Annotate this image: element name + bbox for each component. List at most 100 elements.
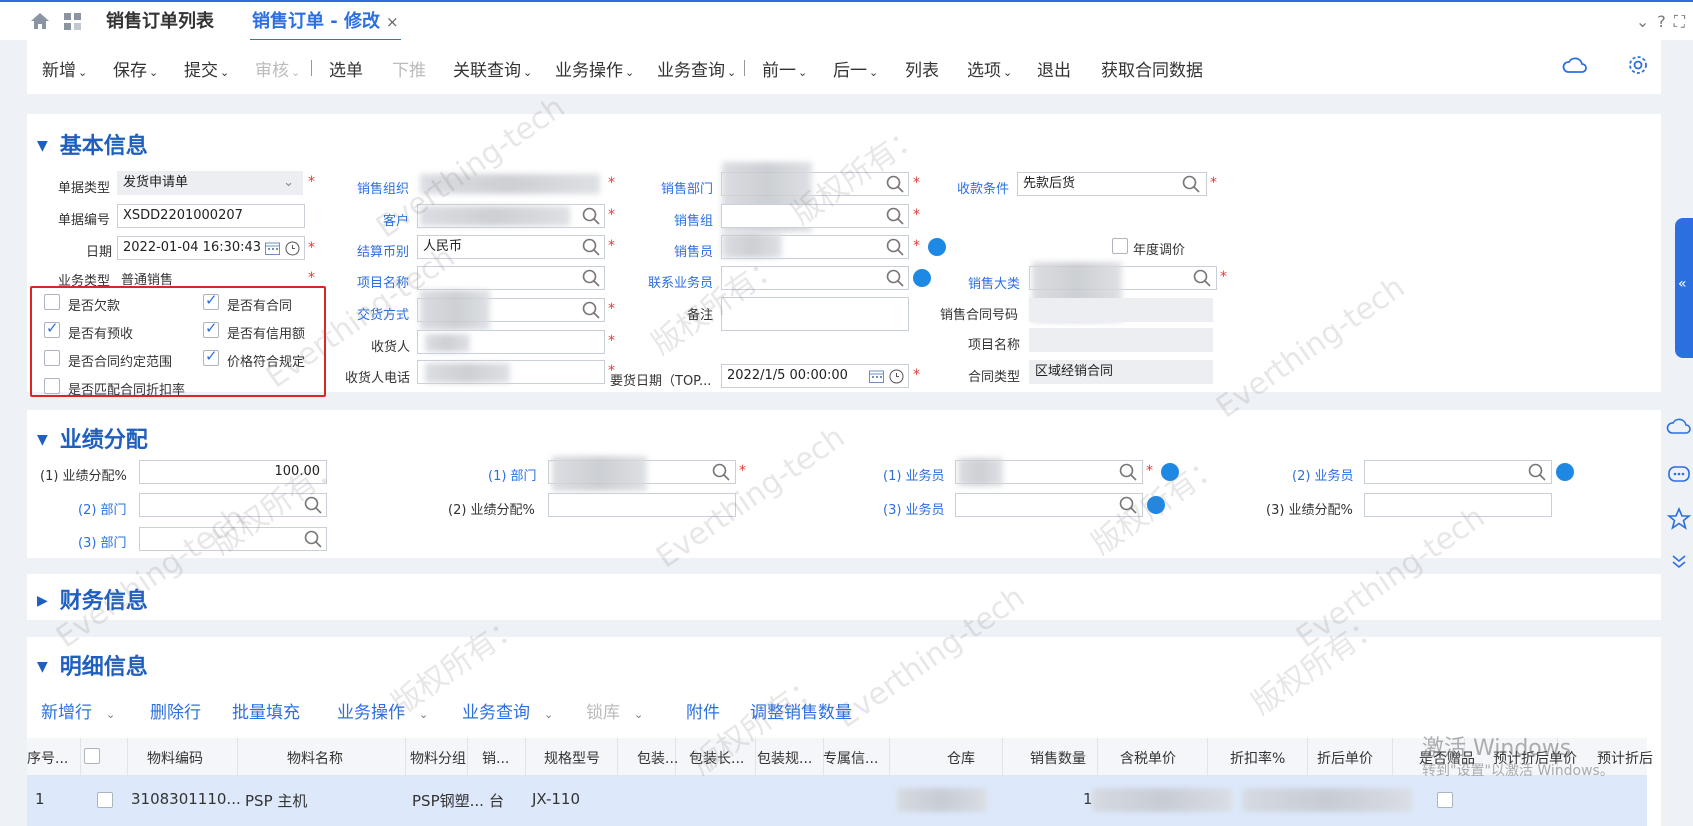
home-icon[interactable] — [30, 12, 50, 30]
toolbar-button-6[interactable]: 关联查询 ⌄ — [453, 56, 532, 81]
grid-header-cell[interactable]: 包装长... — [689, 748, 744, 768]
search-icon[interactable] — [1528, 463, 1546, 481]
dept3-input[interactable] — [139, 527, 327, 551]
toolbar-button-7[interactable]: 业务操作 ⌄ — [555, 56, 634, 81]
search-icon[interactable] — [886, 269, 904, 287]
toolbar-button-0[interactable]: 新增 ⌄ — [42, 56, 87, 81]
section-title-finance[interactable]: ▶ 财务信息 — [37, 583, 148, 615]
grid-header-cell[interactable]: 销售数量 — [1030, 748, 1086, 768]
toolbar-button-5[interactable]: 下推 — [392, 56, 426, 81]
ratio3-input[interactable] — [1364, 493, 1552, 517]
contract-no-input[interactable] — [1029, 298, 1213, 322]
gear-icon[interactable] — [1627, 54, 1649, 76]
project-name2-input[interactable] — [1029, 328, 1213, 352]
toolbar-button-1[interactable]: 保存 ⌄ — [113, 56, 158, 81]
grid-header-cell[interactable]: 折扣率% — [1230, 748, 1285, 768]
search-icon[interactable] — [1119, 463, 1137, 481]
detail-toolbar-button-4[interactable]: 业务查询 ⌄ — [462, 698, 553, 723]
double-chevron-down-icon[interactable] — [1666, 548, 1692, 574]
grid-header-cell[interactable]: 物料名称 — [287, 748, 343, 768]
grid-cell[interactable]: JX-110 — [532, 790, 580, 808]
tab-sales-order-edit[interactable]: 销售订单 - 修改 × — [250, 2, 401, 42]
toolbar-button-11[interactable]: 列表 — [905, 56, 939, 81]
chat-icon[interactable] — [1666, 462, 1692, 488]
cloud-lookup-icon[interactable] — [913, 269, 931, 287]
ratio1-input[interactable]: 100.00 — [139, 460, 327, 484]
currency-input[interactable]: 人民币 — [417, 235, 605, 259]
detail-toolbar-button-2[interactable]: 批量填充 — [232, 698, 300, 723]
toolbar-button-9[interactable]: 前一 ⌄ — [762, 56, 807, 81]
search-icon[interactable] — [886, 238, 904, 256]
doc-no-input[interactable]: XSDD2201000207 — [117, 204, 305, 228]
grid-header-cell[interactable]: 包装规... — [757, 748, 812, 768]
payment-terms-input[interactable]: 先款后货 — [1017, 172, 1207, 196]
section-title-basic[interactable]: ▼ 基本信息 — [37, 128, 148, 160]
calendar-icon[interactable] — [265, 241, 280, 255]
grid-header-cell[interactable]: 含税单价 — [1120, 748, 1176, 768]
sales-group-input[interactable] — [721, 204, 909, 228]
grid-header-cell[interactable]: 序号... — [27, 748, 68, 768]
help-icon[interactable]: ? — [1657, 12, 1666, 32]
detail-toolbar-button-3[interactable]: 业务操作 ⌄ — [337, 698, 428, 723]
contract-type-input[interactable]: 区域经销合同 — [1029, 360, 1213, 384]
toolbar-button-12[interactable]: 选项 ⌄ — [967, 56, 1012, 81]
grid-header-cell[interactable]: 折后单价 — [1317, 748, 1373, 768]
cloud-lookup-icon[interactable] — [1556, 463, 1574, 481]
delivery-date-input[interactable]: 2022/1/5 00:00:00 — [721, 364, 909, 388]
detail-toolbar-button-7[interactable]: 调整销售数量 — [750, 698, 852, 723]
search-icon[interactable] — [1119, 496, 1137, 514]
detail-toolbar-button-0[interactable]: 新增行 ⌄ — [41, 698, 115, 723]
star-icon[interactable] — [1666, 506, 1692, 532]
remark-textarea[interactable] — [721, 297, 909, 331]
detail-toolbar-button-1[interactable]: 删除行 — [150, 698, 201, 723]
salesman3-input[interactable] — [955, 493, 1143, 517]
grid-cell[interactable]: 1 — [35, 790, 45, 808]
annual-adjust-checkbox[interactable] — [1112, 238, 1128, 254]
checkbox-3[interactable] — [203, 319, 219, 338]
tab-sales-order-list[interactable]: 销售订单列表 — [106, 2, 214, 42]
search-icon[interactable] — [304, 530, 322, 548]
checkbox-5[interactable] — [203, 347, 219, 366]
apps-grid-icon[interactable] — [64, 13, 82, 31]
search-icon[interactable] — [712, 463, 730, 481]
section-title-performance[interactable]: ▼ 业绩分配 — [37, 422, 148, 454]
checkbox-2[interactable] — [44, 319, 60, 338]
section-title-detail[interactable]: ▼ 明细信息 — [37, 649, 148, 681]
toolbar-button-4[interactable]: 选单 — [329, 56, 363, 81]
toolbar-button-10[interactable]: 后一 ⌄ — [833, 56, 878, 81]
cloud-icon[interactable] — [1666, 414, 1692, 440]
grid-header-cell[interactable]: 规格型号 — [544, 748, 600, 768]
cloud-lookup-icon[interactable] — [1147, 496, 1165, 514]
search-icon[interactable] — [582, 238, 600, 256]
grid-header-cell[interactable]: 包装... — [637, 748, 678, 768]
grid-header-cell[interactable]: 销... — [482, 748, 509, 768]
checkbox-4[interactable] — [44, 350, 60, 366]
toolbar-button-13[interactable]: 退出 — [1037, 56, 1071, 81]
checkbox-1[interactable] — [203, 291, 219, 310]
detail-toolbar-button-6[interactable]: 附件 — [686, 698, 720, 723]
checkbox-6[interactable] — [44, 378, 60, 394]
search-icon[interactable] — [1182, 175, 1200, 193]
cloud-lookup-icon[interactable] — [1161, 463, 1179, 481]
ratio2-input[interactable] — [548, 493, 736, 517]
row-checkbox[interactable] — [97, 792, 113, 808]
contact-salesman-input[interactable] — [721, 266, 909, 290]
search-icon[interactable] — [582, 269, 600, 287]
toolbar-button-2[interactable]: 提交 ⌄ — [184, 56, 229, 81]
project-input[interactable] — [417, 266, 605, 290]
clock-icon[interactable] — [889, 369, 904, 384]
grid-header-cell[interactable]: 物料编码 — [147, 748, 203, 768]
grid-cell[interactable]: 台 — [489, 790, 504, 811]
grid-cell[interactable]: PSP 主机 — [245, 790, 307, 811]
calendar-icon[interactable] — [869, 369, 884, 383]
dept2-input[interactable] — [139, 493, 327, 517]
date-input[interactable]: 2022-01-04 16:30:43 — [117, 236, 305, 260]
grid-header-cell[interactable]: 物料分组 — [410, 748, 466, 768]
checkbox-0[interactable] — [44, 294, 60, 310]
search-icon[interactable] — [886, 175, 904, 193]
cloud-icon[interactable] — [1562, 54, 1588, 76]
salesman2-input[interactable] — [1364, 460, 1552, 484]
doc-type-select[interactable]: 发货申请单 ⌄ — [117, 171, 303, 195]
fullscreen-icon[interactable]: ⛶ — [1674, 12, 1685, 32]
detail-toolbar-button-5[interactable]: 锁库 ⌄ — [586, 698, 643, 723]
